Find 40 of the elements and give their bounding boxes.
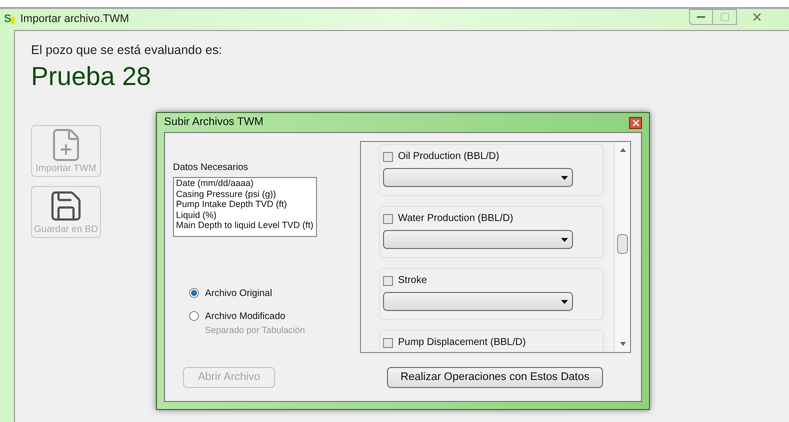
checkbox[interactable] [383, 214, 393, 224]
checkbox[interactable] [383, 338, 393, 348]
dialog-title: Subir Archivos TWM [164, 115, 264, 130]
radio-label: Archivo Original [205, 287, 272, 302]
well-name: Prueba 28 [31, 60, 152, 92]
maximize-icon [720, 12, 730, 22]
checkbox[interactable] [383, 152, 393, 162]
minimize-button[interactable] [689, 9, 713, 25]
radio-label: Archivo Modificado [205, 310, 286, 324]
list-item: Pump Intake Depth TVD (ft) [176, 199, 288, 210]
dropdown[interactable] [383, 292, 573, 311]
window-title: Importar archivo.TWM [20, 12, 130, 28]
close-icon [751, 11, 763, 23]
submit-button[interactable]: Realizar Operaciones con Estos Datos [387, 366, 603, 388]
radio-button[interactable] [189, 310, 199, 320]
radio-button[interactable] [189, 288, 199, 298]
list-item: Liquid (%) [176, 210, 218, 220]
close-icon [630, 118, 640, 128]
caret-icon [561, 238, 568, 242]
dropdown[interactable] [383, 230, 573, 249]
checkbox-label: Water Production (BBL/D) [398, 212, 514, 226]
list-item: Main Depth to liquid Level TVD (ft) [176, 220, 314, 231]
scroll-down-icon[interactable] [620, 342, 626, 346]
caret-icon [561, 300, 568, 304]
list-item: Casing Pressure (psi (g)) [176, 188, 278, 200]
dropdown[interactable] [383, 168, 573, 187]
close-button[interactable] [629, 116, 642, 128]
app-logo: S [4, 14, 16, 25]
scrollbar[interactable] [614, 142, 630, 352]
required-data-label: Datos Necesarios [173, 161, 249, 175]
radio-note: Separado por Tabulación [205, 324, 305, 337]
caret-icon [561, 176, 568, 180]
checkbox-label: Pump Displacement (BBL/D) [398, 336, 526, 350]
checkbox-label: Stroke [398, 274, 427, 288]
list-item: Date (mm/dd/aaaa) [176, 178, 255, 189]
checkbox[interactable] [383, 276, 393, 286]
checkbox-label: Oil Production (BBL/D) [398, 150, 500, 164]
scroll-thumb[interactable] [617, 234, 628, 254]
scroll-up-icon[interactable] [620, 148, 626, 152]
well-label: El pozo que se está evaluando es: [31, 42, 224, 59]
